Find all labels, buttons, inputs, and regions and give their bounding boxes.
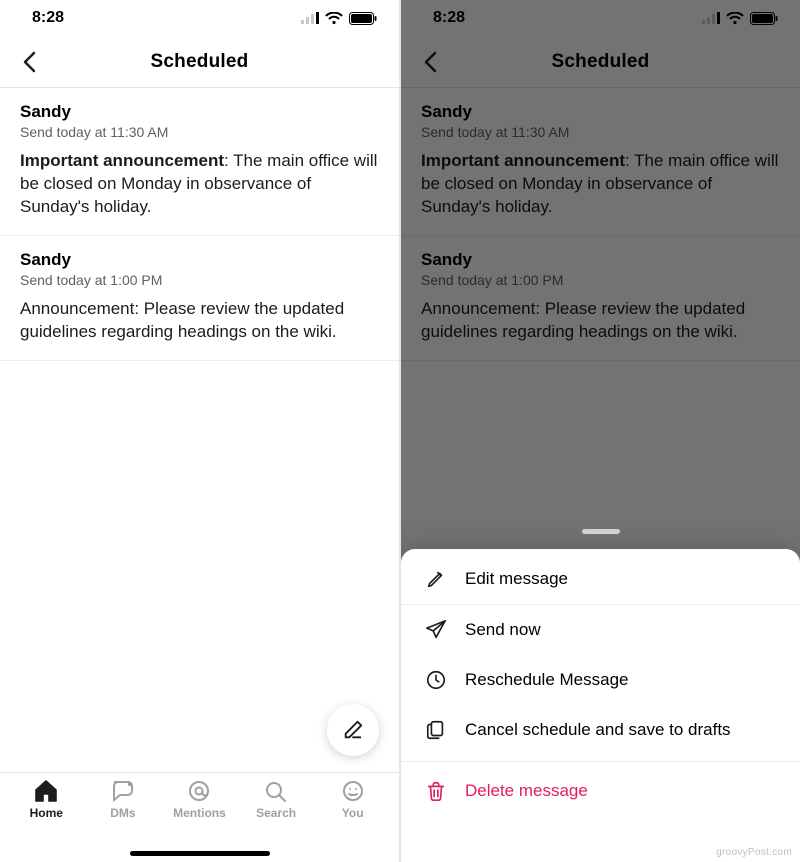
- pencil-icon: [425, 568, 447, 590]
- header-bar: Scheduled: [0, 36, 399, 88]
- home-indicator: [130, 851, 270, 856]
- message-author: Sandy: [20, 250, 379, 270]
- dms-icon: [110, 779, 136, 803]
- tab-label: Mentions: [173, 806, 226, 820]
- message-schedule-time: Send today at 1:00 PM: [20, 272, 379, 288]
- status-time: 8:28: [32, 9, 64, 27]
- scheduled-message[interactable]: Sandy Send today at 1:00 PM Announcement…: [0, 236, 399, 361]
- action-edit-message[interactable]: Edit message: [401, 554, 800, 605]
- tab-dms[interactable]: DMs: [91, 779, 155, 820]
- trash-icon: [425, 780, 447, 802]
- watermark: groovyPost.com: [716, 847, 792, 858]
- tab-bar: Home DMs Mentions Search You: [0, 772, 399, 862]
- message-author: Sandy: [20, 102, 379, 122]
- cellular-icon: [301, 12, 319, 24]
- action-delete-message[interactable]: Delete message: [401, 761, 800, 816]
- clipboard-icon: [425, 719, 447, 741]
- tab-label: You: [342, 806, 364, 820]
- tab-label: Search: [256, 806, 296, 820]
- home-icon: [33, 779, 59, 803]
- clock-icon: [425, 669, 447, 691]
- battery-icon: [349, 12, 377, 25]
- tab-mentions[interactable]: Mentions: [167, 779, 231, 820]
- message-body: Important announcement: The main office …: [20, 150, 379, 219]
- action-label: Edit message: [465, 569, 568, 589]
- mentions-icon: [186, 779, 212, 803]
- face-icon: [340, 779, 366, 803]
- action-label: Delete message: [465, 781, 588, 801]
- tab-label: DMs: [110, 806, 135, 820]
- action-label: Reschedule Message: [465, 670, 628, 690]
- action-cancel-save-draft[interactable]: Cancel schedule and save to drafts: [401, 705, 800, 755]
- status-bar: 8:28: [0, 0, 399, 36]
- message-body: Announcement: Please review the updated …: [20, 298, 379, 344]
- action-label: Cancel schedule and save to drafts: [465, 720, 731, 740]
- wifi-icon: [325, 12, 343, 25]
- sheet-grabber[interactable]: [582, 529, 620, 534]
- tab-home[interactable]: Home: [14, 779, 78, 820]
- tab-label: Home: [30, 806, 63, 820]
- action-sheet: Edit message Send now Reschedule Message…: [401, 549, 800, 862]
- tab-search[interactable]: Search: [244, 779, 308, 820]
- action-label: Send now: [465, 620, 541, 640]
- phone-screen-action-sheet: 8:28 Scheduled Sandy Send today at 11:30…: [400, 0, 800, 862]
- page-title: Scheduled: [0, 51, 399, 73]
- status-icons: [301, 12, 377, 25]
- scheduled-message[interactable]: Sandy Send today at 11:30 AM Important a…: [0, 88, 399, 236]
- action-send-now[interactable]: Send now: [401, 605, 800, 655]
- phone-screen-scheduled-list: 8:28 Scheduled Sandy Send today at 11:30…: [0, 0, 400, 862]
- message-schedule-time: Send today at 11:30 AM: [20, 124, 379, 140]
- chevron-left-icon: [22, 51, 38, 73]
- back-button[interactable]: [10, 42, 50, 82]
- tab-you[interactable]: You: [321, 779, 385, 820]
- compose-icon: [342, 719, 364, 741]
- paper-plane-icon: [425, 619, 447, 641]
- action-reschedule[interactable]: Reschedule Message: [401, 655, 800, 705]
- compose-button[interactable]: [327, 704, 379, 756]
- search-icon: [263, 779, 289, 803]
